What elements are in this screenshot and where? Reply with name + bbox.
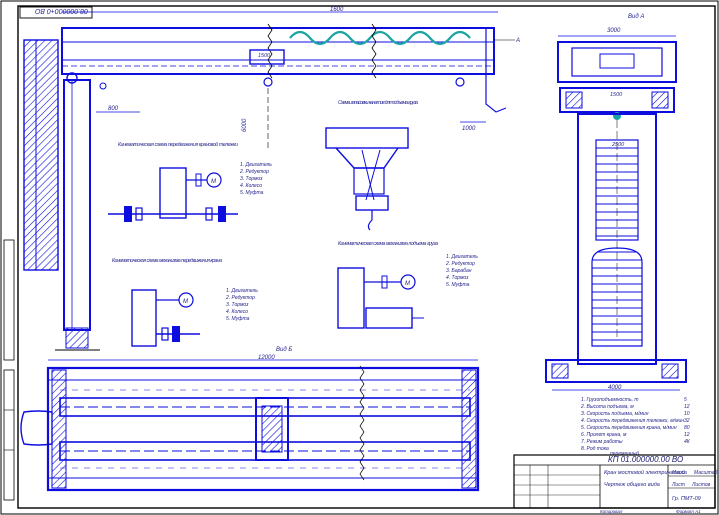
- spec-5-label: 5. Скорость передвижения крана, м/мин: [581, 425, 677, 431]
- dim-left-offset: 800: [108, 106, 119, 112]
- dim-view-b-span: 12000: [258, 355, 275, 361]
- dim-view-a-top: 3000: [607, 28, 621, 34]
- spec-8-label: 8. Род тока: [581, 446, 609, 452]
- view-a-label: Вид А: [628, 14, 644, 20]
- scale-label: Масштаб: [694, 470, 718, 476]
- spec-3-label: 3. Скорость подъема, м/мин: [581, 411, 649, 417]
- footer-right: Формат А1: [676, 509, 701, 514]
- spec-1-value: 5: [684, 397, 687, 403]
- scheme-hoist: Кинематическая схема механизма подъема г…: [337, 241, 478, 329]
- runway-wall: [23, 39, 59, 271]
- scheme-rope-reeving: Схема запасовки канатов для подъема груз…: [325, 100, 418, 231]
- drawing-subtitle: Чертеж общего вида: [604, 482, 660, 488]
- view-b-label: Вид Б: [276, 347, 292, 353]
- footer-left: Копировал: [600, 509, 623, 514]
- spec-7-label: 7. Режим работы: [581, 439, 623, 445]
- dim-left-height: 6000: [242, 118, 248, 132]
- drawing-sheet: 08.000000+0 ВО 1600 1500 А 1000 800 6000…: [0, 0, 719, 515]
- wheel-right: [455, 77, 465, 87]
- scheme-trolley-item-4: 4. Колесо: [240, 183, 262, 189]
- spec-2-value: 12: [684, 404, 690, 410]
- label-a-marker: А: [515, 38, 520, 44]
- scheme-crane-title: Кинематическая схема механизма передвиже…: [112, 258, 222, 264]
- scheme-trolley-title: Кинематическая схема передвижения кранов…: [118, 141, 238, 148]
- svg-text:М: М: [211, 179, 216, 185]
- dim-view-a-mid: 2500: [611, 142, 625, 148]
- scheme-hoist-item-2: 2. Редуктор: [445, 261, 475, 267]
- scheme-trolley-item-5: 5. Муфта: [240, 190, 264, 196]
- dim-top-marker: 1600: [330, 7, 344, 13]
- scheme-hoist-item-3: 3. Барабан: [446, 268, 472, 274]
- scheme-crane-item-3: 3. Тормоз: [226, 302, 249, 308]
- sheets-label: Листов: [691, 482, 711, 488]
- column: [63, 79, 91, 331]
- rotated-code-text: 08.000000+0 ВО: [34, 7, 88, 14]
- scheme-trolley-travel: Кинематическая схема передвижения кранов…: [108, 141, 272, 222]
- left-binding-strip: [3, 239, 15, 501]
- main-code: КП 01.000000.00 ВО: [608, 455, 683, 464]
- scheme-crane-item-1: 1. Двигатель: [226, 288, 258, 294]
- main-elevation: 1600 1500 А 1000 800 6000: [23, 7, 520, 351]
- spec-5-value: 80: [684, 425, 690, 431]
- spec-6-value: 12: [684, 432, 690, 438]
- dim-view-a-inner: 1500: [610, 92, 623, 98]
- scheme-crane-travel: Кинематическая схема механизма передвиже…: [112, 258, 258, 347]
- view-a: Вид А 3000 1500 2500 4000: [545, 14, 687, 391]
- scheme-hoist-item-1: 1. Двигатель: [446, 254, 478, 260]
- scheme-hoist-item-4: 4. Тормоз: [446, 275, 469, 281]
- spec-7-value: 4К: [684, 439, 691, 445]
- scheme-rope-title: Схема запасовки канатов для подъема груз…: [338, 100, 418, 106]
- spec-4-label: 4. Скорость передвижения тележки, м/мин: [581, 418, 684, 424]
- spec-list: 1. Грузоподъемность, т 5 2. Высота подъе…: [580, 397, 691, 457]
- scheme-hoist-item-5: 5. Муфта: [446, 282, 470, 288]
- spec-3-value: 10: [684, 411, 690, 417]
- scheme-trolley-item-1: 1. Двигатель: [240, 162, 272, 168]
- dim-view-a-bottom: 4000: [608, 385, 622, 391]
- spec-4-value: 32: [684, 418, 690, 424]
- sheet-label: Лист: [671, 482, 685, 488]
- svg-text:М: М: [183, 299, 188, 305]
- dim-trolley: 1500: [258, 53, 271, 59]
- bridge-girder: [61, 27, 495, 75]
- scheme-crane-item-4: 4. Колесо: [226, 309, 248, 315]
- wheel-mid: [263, 77, 273, 87]
- scheme-crane-item-5: 5. Муфта: [226, 316, 250, 322]
- mass-label: Масса: [672, 470, 687, 476]
- spec-1-label: 1. Грузоподъемность, т: [581, 397, 639, 403]
- rotated-code-box: 08.000000+0 ВО: [19, 6, 93, 19]
- dim-right-offset: 1000: [462, 126, 476, 132]
- title-block: КП 01.000000.00 ВО Кран мостовой электри…: [513, 454, 718, 514]
- scheme-trolley-item-3: 3. Тормоз: [240, 176, 263, 182]
- scheme-trolley-item-2: 2. Редуктор: [239, 169, 269, 175]
- scheme-crane-item-2: 2. Редуктор: [225, 295, 255, 301]
- scheme-hoist-title: Кинематическая схема механизма подъема г…: [338, 241, 438, 247]
- svg-text:М: М: [405, 281, 410, 287]
- spec-6-label: 6. Пролет крана, м: [581, 432, 627, 438]
- view-b: Вид Б 12000: [20, 347, 480, 492]
- group-label: Гр. ПМТ-09: [672, 496, 701, 502]
- spec-2-label: 2. Высота подъема, м: [580, 404, 634, 410]
